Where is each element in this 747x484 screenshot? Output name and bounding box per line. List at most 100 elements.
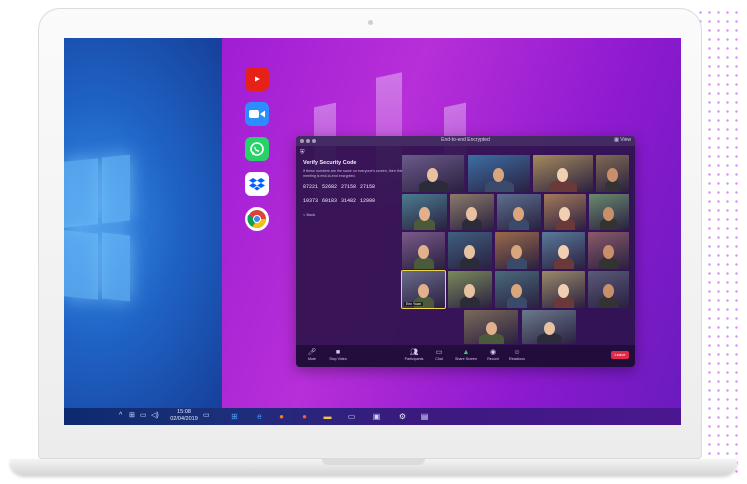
webcam-icon xyxy=(368,20,373,25)
chrome-icon[interactable] xyxy=(245,207,269,231)
windows-wallpaper xyxy=(64,38,222,408)
participant-video-tile[interactable] xyxy=(542,271,585,308)
participant-face xyxy=(493,168,504,182)
video-app-icon[interactable]: ▭ xyxy=(346,411,357,422)
participant-video-tile[interactable] xyxy=(588,271,629,308)
security-code: 31482 xyxy=(341,198,357,205)
chat-label: Chat xyxy=(435,357,443,361)
clock-date: 02/04/2019 xyxy=(170,416,198,422)
photos-icon[interactable]: ▣ xyxy=(371,411,382,422)
participant-video-tile[interactable]: Eric Yuan xyxy=(401,270,446,309)
security-code: 52682 xyxy=(322,184,338,191)
zoom-app-icon[interactable] xyxy=(245,102,269,126)
participant-video-tile[interactable] xyxy=(450,194,494,230)
participants-label: Participants xyxy=(404,357,424,361)
shield-icon: ⛨ xyxy=(300,150,305,156)
participant-video-tile[interactable] xyxy=(448,271,492,308)
participant-face xyxy=(559,207,570,221)
participant-face xyxy=(419,207,430,221)
notification-icon[interactable]: ▭ xyxy=(203,412,210,420)
participant-video-tile[interactable] xyxy=(533,155,593,192)
meeting-toolbar: 🎤︎ Mute ■ Stop Video 👥︎ Participants ▭ C… xyxy=(296,345,635,367)
participant-face xyxy=(418,284,429,298)
network-icon[interactable]: ⊞ xyxy=(129,412,135,420)
participant-video-tile[interactable] xyxy=(542,232,585,269)
firefox-alt-icon[interactable]: ● xyxy=(299,411,310,422)
verify-description: If these numbers are the same on everyon… xyxy=(303,169,403,178)
participant-video-tile[interactable] xyxy=(596,155,629,192)
participant-video-tile[interactable] xyxy=(468,155,530,192)
dot-pattern xyxy=(696,8,744,478)
windows-taskbar: ^ ⊞ ▭ ◁) 15:08 02/04/2019 ▭ ⊞ e ● ● ▬ ▭ ▣ ⚙ ▤ xyxy=(64,408,681,425)
clock-time: 15:08 xyxy=(177,409,191,415)
participant-face xyxy=(607,168,618,182)
participant-video-tile[interactable] xyxy=(402,155,464,192)
volume-icon[interactable]: ◁) xyxy=(151,412,159,420)
file-explorer-icon[interactable]: ▬ xyxy=(322,411,333,422)
participant-video-tile[interactable] xyxy=(495,271,539,308)
participant-face xyxy=(418,245,429,259)
participant-video-tile[interactable] xyxy=(589,194,629,230)
participant-video-tile[interactable] xyxy=(402,194,447,230)
mute-label: Mute xyxy=(308,357,316,361)
reactions-button[interactable]: ☺ Reactions xyxy=(506,348,528,362)
participant-video-tile[interactable] xyxy=(448,232,492,269)
reactions-label: Reactions xyxy=(509,357,525,361)
whatsapp-icon[interactable] xyxy=(245,137,269,161)
security-code: 87221 xyxy=(303,184,319,191)
mute-button[interactable]: 🎤︎ Mute xyxy=(302,348,322,362)
back-button[interactable]: < Back xyxy=(303,212,403,217)
leave-button[interactable]: Leave xyxy=(611,351,629,359)
participant-video-tile[interactable] xyxy=(402,232,445,269)
zoom-titlebar[interactable]: End-to-end Encrypted ▦ View xyxy=(296,136,635,146)
stop-video-button[interactable]: ■ Stop Video xyxy=(326,348,350,362)
chevron-up-icon[interactable]: ^ xyxy=(119,412,122,420)
participant-face xyxy=(486,322,497,335)
participant-video-tile[interactable] xyxy=(544,194,586,230)
laptop-notch xyxy=(322,459,425,465)
view-label: View xyxy=(620,137,631,143)
laptop-mockup: End-to-end Encrypted ▦ View ⛨ Verify Sec… xyxy=(0,0,747,484)
view-button[interactable]: ▦ View xyxy=(614,137,631,143)
firefox-icon[interactable]: ● xyxy=(276,411,287,422)
dropbox-icon[interactable] xyxy=(245,172,269,196)
security-code: 27158 xyxy=(341,184,357,191)
participant-video-tile[interactable] xyxy=(522,310,576,344)
record-label: Record xyxy=(487,357,499,361)
edge-icon[interactable]: e xyxy=(254,411,265,422)
microphone-icon: 🎤︎ xyxy=(307,349,317,356)
participant-face xyxy=(464,245,475,259)
participant-video-tile[interactable] xyxy=(495,232,539,269)
participant-video-tile[interactable] xyxy=(588,232,629,269)
verify-heading: Verify Security Code xyxy=(303,160,357,166)
stop-video-label: Stop Video xyxy=(329,357,347,361)
youtube-icon[interactable] xyxy=(245,67,269,91)
window-title: End-to-end Encrypted xyxy=(441,137,490,143)
participant-video-tile[interactable] xyxy=(497,194,541,230)
participant-video-tile[interactable] xyxy=(464,310,518,344)
share-screen-button[interactable]: ▲ Share Screen xyxy=(453,348,479,362)
laptop-screen: End-to-end Encrypted ▦ View ⛨ Verify Sec… xyxy=(64,38,681,425)
record-button[interactable]: ◉ Record xyxy=(485,348,501,362)
settings-icon[interactable]: ⚙ xyxy=(397,411,408,422)
participant-face xyxy=(513,207,524,221)
share-screen-icon: ▲ xyxy=(462,349,470,356)
security-code: 60183 xyxy=(322,198,338,205)
store-icon[interactable]: ▤ xyxy=(419,411,430,422)
participant-face xyxy=(557,168,568,182)
taskbar-clock[interactable]: 15:08 02/04/2019 xyxy=(167,409,201,423)
security-code: 12980 xyxy=(360,198,376,205)
chat-icon: ▭ xyxy=(435,349,443,356)
participants-icon: 👥︎ xyxy=(409,349,419,356)
zoom-meeting-window[interactable]: End-to-end Encrypted ▦ View ⛨ Verify Sec… xyxy=(296,136,635,367)
reactions-icon: ☺ xyxy=(513,349,521,356)
security-code: 10373 xyxy=(303,198,319,205)
security-code-row-1: 87221 52682 27158 27158 xyxy=(303,184,403,190)
share-screen-label: Share Screen xyxy=(455,357,477,361)
participant-face xyxy=(558,284,569,298)
video-camera-icon: ■ xyxy=(335,349,341,356)
chat-button[interactable]: ▭ Chat xyxy=(432,348,446,362)
monitor-icon[interactable]: ▭ xyxy=(140,412,147,420)
windows-start-icon[interactable]: ⊞ xyxy=(229,411,240,422)
participants-button[interactable]: 👥︎ Participants xyxy=(401,348,427,362)
